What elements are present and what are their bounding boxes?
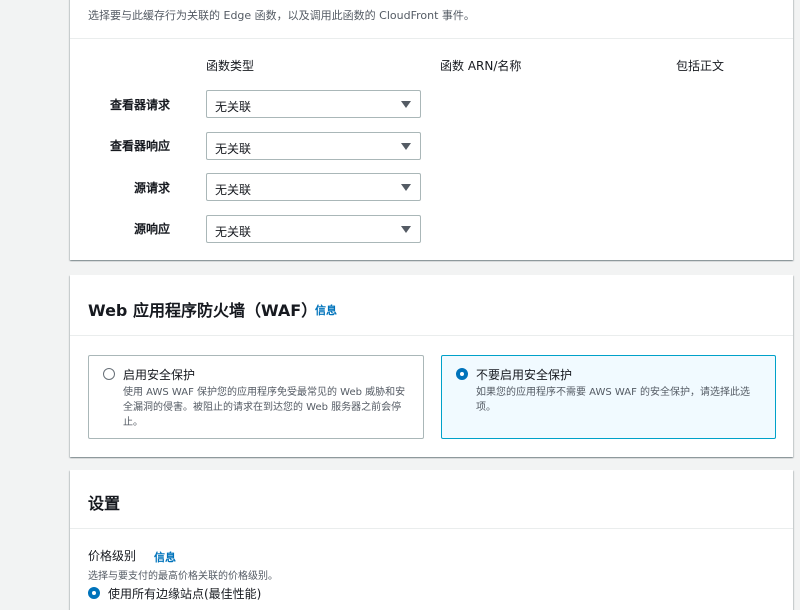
select-value: 无关联 bbox=[215, 142, 252, 156]
page: 选择要与此缓存行为关联的 Edge 函数，以及调用此函数的 CloudFront… bbox=[0, 0, 800, 610]
waf-panel: Web 应用程序防火墙（WAF） 信息 启用安全保护 使用 AWS WAF 保护… bbox=[70, 275, 793, 457]
select-value: 无关联 bbox=[215, 100, 252, 114]
divider bbox=[70, 528, 793, 529]
option-label: 使用所有边缘站点(最佳性能) bbox=[108, 587, 262, 601]
divider bbox=[70, 38, 793, 39]
caret-down-icon bbox=[401, 184, 411, 191]
price-class-description: 选择与要支付的最高价格关联的价格级别。 bbox=[88, 571, 278, 582]
option-description: 如果您的应用程序不需要 AWS WAF 的安全保护，请选择此选项。 bbox=[476, 387, 750, 413]
caret-down-icon bbox=[401, 143, 411, 150]
column-header-function-type: 函数类型 bbox=[206, 59, 255, 73]
function-associations-description: 选择要与此缓存行为关联的 Edge 函数，以及调用此函数的 CloudFront… bbox=[88, 9, 475, 22]
price-class-label: 价格级别 bbox=[88, 549, 137, 563]
waf-option-enable-protection[interactable]: 启用安全保护 使用 AWS WAF 保护您的应用程序免受最常见的 Web 威胁和… bbox=[88, 355, 424, 439]
viewer-request-function-type-select[interactable]: 无关联 bbox=[206, 90, 421, 118]
waf-info-link[interactable]: 信息 bbox=[315, 302, 337, 318]
origin-request-function-type-select[interactable]: 无关联 bbox=[206, 173, 421, 201]
row-label-origin-request: 源请求 bbox=[133, 181, 170, 195]
radio-button-selected-icon[interactable] bbox=[88, 587, 100, 599]
divider bbox=[70, 335, 793, 336]
caret-down-icon bbox=[401, 226, 411, 233]
option-description: 使用 AWS WAF 保护您的应用程序免受最常见的 Web 威胁和安全漏洞的侵害… bbox=[123, 387, 406, 428]
select-value: 无关联 bbox=[215, 225, 252, 239]
row-label-origin-response: 源响应 bbox=[133, 222, 170, 236]
row-label-viewer-response: 查看器响应 bbox=[109, 139, 170, 153]
settings-title: 设置 bbox=[88, 494, 121, 513]
radio-button-selected-icon[interactable] bbox=[456, 368, 468, 380]
settings-panel: 设置 价格级别 信息 选择与要支付的最高价格关联的价格级别。 使用所有边缘站点(… bbox=[70, 470, 793, 610]
price-class-info-link[interactable]: 信息 bbox=[154, 549, 176, 565]
function-associations-panel: 选择要与此缓存行为关联的 Edge 函数，以及调用此函数的 CloudFront… bbox=[70, 0, 793, 260]
select-value: 无关联 bbox=[215, 183, 252, 197]
column-header-function-arn: 函数 ARN/名称 bbox=[440, 59, 522, 73]
waf-option-disable-protection[interactable]: 不要启用安全保护 如果您的应用程序不需要 AWS WAF 的安全保护，请选择此选… bbox=[441, 355, 776, 439]
option-title: 不要启用安全保护 bbox=[476, 368, 573, 382]
option-title: 启用安全保护 bbox=[123, 368, 196, 382]
column-header-include-body: 包括正文 bbox=[676, 59, 725, 73]
viewer-response-function-type-select[interactable]: 无关联 bbox=[206, 132, 421, 160]
origin-response-function-type-select[interactable]: 无关联 bbox=[206, 215, 421, 243]
waf-title: Web 应用程序防火墙（WAF） bbox=[88, 301, 318, 320]
radio-button-icon[interactable] bbox=[103, 368, 115, 380]
row-label-viewer-request: 查看器请求 bbox=[109, 98, 170, 112]
caret-down-icon bbox=[401, 101, 411, 108]
